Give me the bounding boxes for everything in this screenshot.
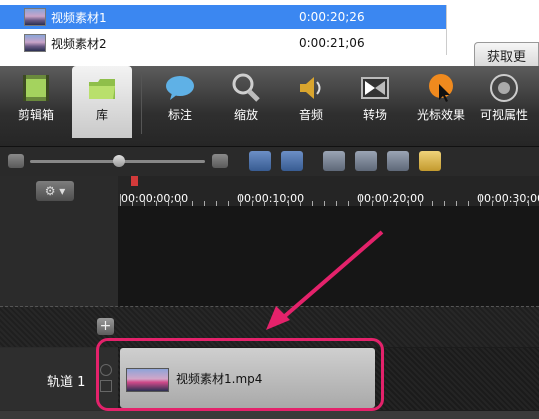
horizontal-scrollbar[interactable] xyxy=(0,411,539,419)
annotation-arrow-icon xyxy=(266,230,384,330)
